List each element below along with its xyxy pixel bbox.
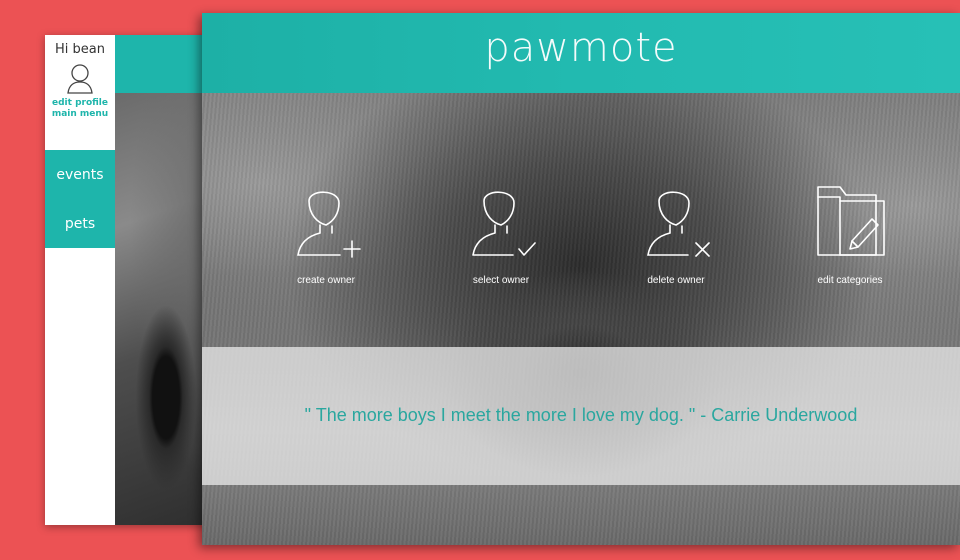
select-owner-button[interactable]: select owner [426, 181, 576, 286]
header-bar: pawmote [202, 13, 960, 93]
sidebar: Hi bean edit profile main menu events pe… [45, 35, 115, 525]
user-add-icon [297, 191, 361, 258]
edit-categories-button[interactable]: edit categories [775, 181, 925, 286]
select-owner-label: select owner [472, 275, 530, 286]
sidebar-item-events[interactable]: events [45, 150, 115, 199]
delete-owner-button[interactable]: delete owner [601, 181, 751, 286]
edit-profile-link[interactable]: edit profile [45, 98, 115, 109]
create-owner-label: create owner [297, 275, 355, 286]
main-menu-link[interactable]: main menu [45, 109, 115, 120]
user-check-icon [472, 191, 536, 256]
main-window: pawmote create owner select owner delete… [202, 13, 960, 545]
edit-categories-label: edit categories [817, 275, 883, 286]
create-owner-button[interactable]: create owner [251, 181, 401, 286]
user-remove-icon [647, 191, 710, 257]
delete-owner-label: delete owner [647, 275, 705, 286]
quote-text: " The more boys I meet the more I love m… [304, 405, 858, 425]
avatar-icon [67, 64, 93, 94]
greeting-text: Hi bean [55, 42, 105, 57]
quote-band: " The more boys I meet the more I love m… [202, 347, 960, 485]
folder-edit-icon [817, 186, 885, 256]
sidebar-menu: events pets [45, 150, 115, 248]
sidebar-item-pets[interactable]: pets [45, 199, 115, 248]
app-logo: pawmote [484, 25, 678, 71]
